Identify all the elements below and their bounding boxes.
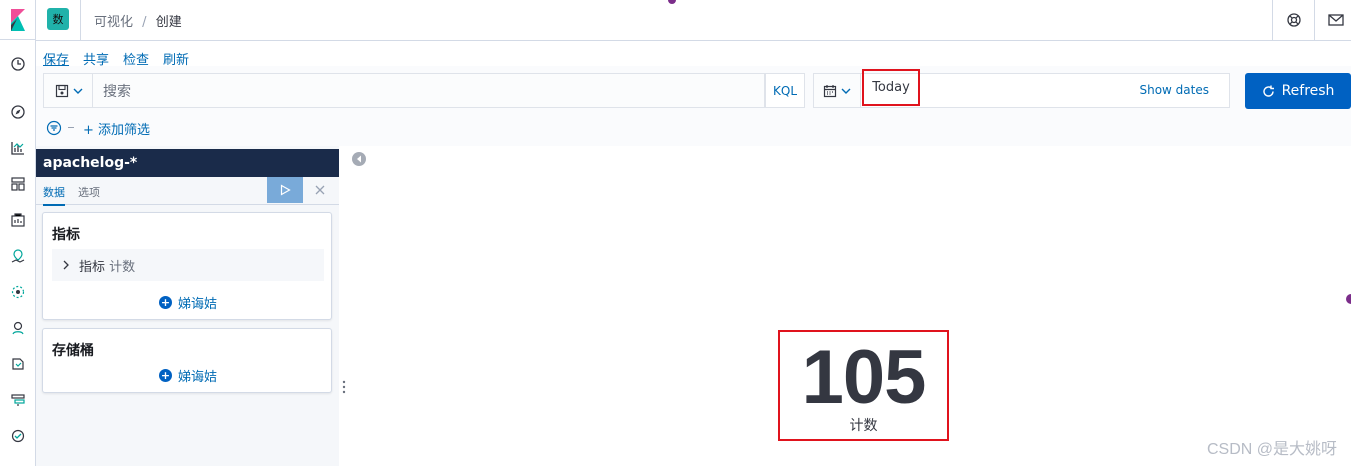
metric-agg-type: 计数 (109, 259, 136, 275)
show-dates-link[interactable]: Show dates (1139, 83, 1209, 97)
filter-options-button[interactable] (46, 120, 62, 140)
kibana-visualize-app: 数 可视化 / 创建 保存 共享 检查 刷新 KQL (0, 0, 1351, 466)
tab-options[interactable]: 选项 (78, 184, 100, 200)
buckets-panel: 存储桶 + 娣诲姞 (42, 328, 332, 393)
collapse-sidebar-button[interactable] (352, 152, 366, 166)
sidebar-resize-handle[interactable] (339, 378, 349, 396)
add-metric-button[interactable]: + 娣诲姞 (43, 293, 333, 312)
help-icon (1286, 13, 1301, 27)
save-icon (55, 84, 68, 97)
clock-icon[interactable] (6, 52, 30, 76)
saved-query-button[interactable] (43, 73, 93, 108)
kql-toggle[interactable]: KQL (765, 73, 805, 108)
ml-icon[interactable] (6, 280, 30, 304)
breadcrumb-visualize[interactable]: 可视化 (94, 15, 133, 30)
top-header: 数 可视化 / 创建 (36, 0, 1351, 41)
header-divider (80, 0, 81, 40)
help-button[interactable] (1272, 0, 1314, 40)
logs-icon[interactable] (6, 352, 30, 376)
visualization-area: 105 计数 CSDN @是大姚呀 (372, 146, 1351, 466)
canvas-icon[interactable] (6, 208, 30, 232)
metric-value: 105 (801, 335, 927, 420)
dashboard-icon[interactable] (6, 172, 30, 196)
search-input[interactable] (92, 73, 765, 108)
add-bucket-label: 娣诲姞 (177, 370, 217, 385)
apply-changes-button[interactable] (267, 177, 303, 203)
add-metric-label: 娣诲姞 (177, 297, 217, 312)
breadcrumb-current: 创建 (155, 15, 182, 30)
discard-changes-button[interactable] (312, 182, 328, 198)
index-pattern-title: apachelog-* (36, 149, 339, 177)
refresh-icon (1262, 85, 1274, 97)
visualize-icon[interactable] (6, 136, 30, 160)
refresh-label: Refresh (1281, 83, 1335, 99)
apm-icon[interactable] (6, 388, 30, 412)
metric-agg-label: 指标 (79, 259, 106, 275)
app-badge[interactable]: 数 (47, 8, 69, 30)
edge-indicator (1346, 294, 1351, 304)
mail-icon (1327, 14, 1344, 26)
metrics-panel-title: 指标 (52, 227, 80, 243)
play-icon (280, 184, 291, 196)
tab-data[interactable]: 数据 (43, 184, 65, 206)
plus-icon: + (158, 296, 172, 309)
mail-button[interactable] (1314, 0, 1351, 40)
uptime-icon[interactable] (6, 424, 30, 448)
quick-date-picker[interactable] (813, 73, 861, 108)
metric-label: 计数 (849, 418, 878, 434)
close-icon (315, 185, 325, 195)
infra-icon[interactable] (6, 316, 30, 340)
vis-editor-sidebar: apachelog-* 数据 选项 指标 指标 计数 + 娣诲姞 存储桶 + 娣… (36, 146, 339, 466)
filter-icon (46, 120, 62, 136)
filter-bar: + 添加筛选 (36, 118, 1351, 146)
filter-divider (68, 127, 74, 128)
chevron-down-icon (73, 88, 82, 94)
kibana-logo[interactable] (0, 0, 36, 40)
add-bucket-button[interactable]: + 娣诲姞 (43, 366, 333, 385)
date-value-today[interactable]: Today (862, 69, 920, 106)
left-nav (0, 0, 36, 466)
maps-icon[interactable] (6, 244, 30, 268)
compass-icon[interactable] (6, 100, 30, 124)
breadcrumb: 可视化 / 创建 (94, 11, 182, 30)
drag-handle-icon (342, 380, 346, 394)
plus-icon: + (158, 369, 172, 382)
watermark: CSDN @是大姚呀 (1206, 441, 1337, 458)
chevron-left-icon (357, 155, 361, 163)
chevron-down-icon (841, 88, 851, 94)
metric-visualization: 105 计数 (778, 330, 949, 441)
add-filter-button[interactable]: + 添加筛选 (83, 119, 150, 138)
breadcrumb-separator: / (142, 15, 147, 30)
query-bar: KQL Show dates Today Refresh (36, 66, 1351, 118)
metrics-panel: 指标 指标 计数 + 娣诲姞 (42, 212, 332, 320)
metric-agg-row[interactable]: 指标 计数 (52, 249, 324, 281)
chevron-right-icon (63, 260, 69, 270)
calendar-icon (823, 84, 837, 97)
buckets-panel-title: 存储桶 (52, 343, 94, 359)
refresh-button[interactable]: Refresh (1245, 73, 1351, 109)
